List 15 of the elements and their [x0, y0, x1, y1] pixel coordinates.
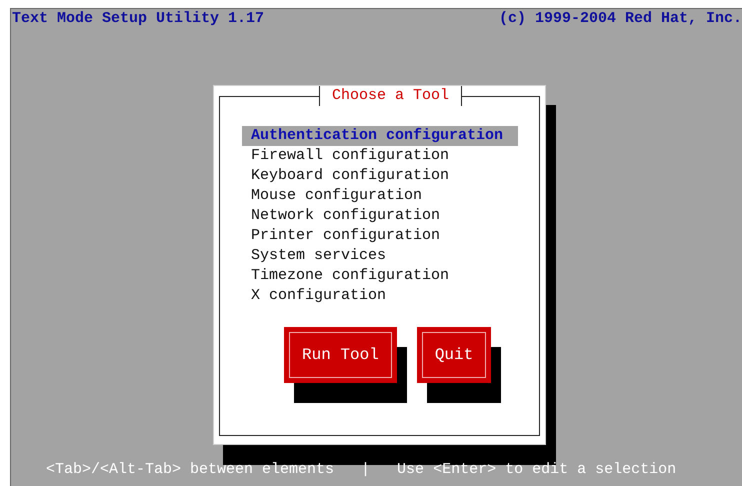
tool-list-item[interactable]: Firewall configuration: [242, 146, 518, 166]
tool-list-item[interactable]: System services: [242, 246, 518, 266]
tool-list-item[interactable]: Timezone configuration: [242, 266, 518, 286]
tool-list-item[interactable]: X configuration: [242, 286, 518, 306]
tool-list-item[interactable]: Keyboard configuration: [242, 166, 518, 186]
app-title: Text Mode Setup Utility 1.17: [12, 10, 264, 26]
dialog-button[interactable]: Run Tool: [284, 327, 397, 383]
tool-list-item[interactable]: Authentication configuration: [242, 126, 518, 146]
help-line: <Tab>/<Alt-Tab> between elements | Use <Enter> to edit a selection: [45, 460, 678, 480]
copyright-text: (c) 1999-2004 Red Hat, Inc.: [498, 10, 742, 26]
tool-list-item[interactable]: Mouse configuration: [242, 186, 518, 206]
tool-list-item[interactable]: Printer configuration: [242, 226, 518, 246]
tool-list-item[interactable]: Network configuration: [242, 206, 518, 226]
dialog-title: Choose a Tool: [318, 86, 462, 106]
dialog-button[interactable]: Quit: [416, 327, 492, 383]
